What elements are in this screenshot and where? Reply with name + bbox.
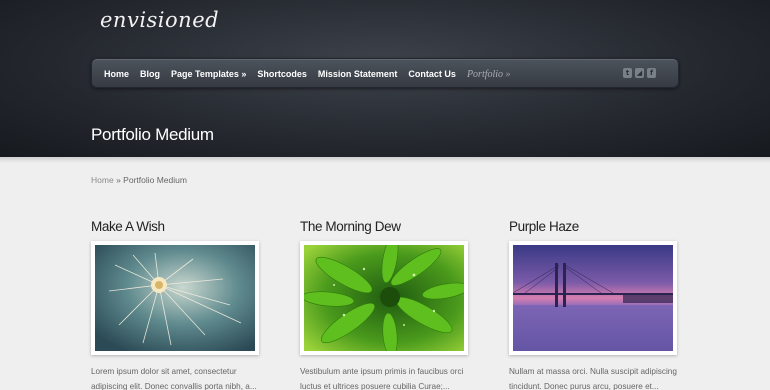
portfolio-item-title[interactable]: The Morning Dew [300, 219, 490, 234]
nav-item-blog[interactable]: Blog [140, 69, 160, 79]
main-navigation: Home Blog Page Templates » Shortcodes Mi… [91, 58, 679, 88]
nav-item-portfolio[interactable]: Portfolio » [467, 69, 511, 80]
site-logo[interactable]: envisioned [100, 8, 219, 32]
nav-item-contact-us[interactable]: Contact Us [408, 69, 456, 79]
nav-item-home[interactable]: Home [104, 69, 129, 79]
social-links: t ◢ f [623, 68, 656, 78]
portfolio-item: Purple Haze Nullam at massa orci. Nulla … [509, 219, 699, 390]
rss-icon[interactable]: ◢ [635, 68, 644, 78]
dandelion-image [95, 245, 255, 351]
twitter-icon[interactable]: t [623, 68, 632, 78]
breadcrumb-current: Portfolio Medium [123, 175, 187, 185]
nav-item-page-templates[interactable]: Page Templates » [171, 69, 246, 79]
portfolio-item-excerpt: Lorem ipsum dolor sit amet, consectetur … [91, 367, 257, 390]
header: envisioned Home Blog Page Templates » Sh… [0, 0, 770, 163]
breadcrumb-separator: » [116, 175, 121, 185]
breadcrumb-home-link[interactable]: Home [91, 175, 114, 185]
portfolio-item-title[interactable]: Purple Haze [509, 219, 699, 234]
bridge-image [513, 245, 673, 351]
portfolio-item: The Morning Dew Vestibulum ante ipsum pr… [300, 219, 490, 390]
leaf-image [304, 245, 464, 351]
breadcrumb: Home » Portfolio Medium [91, 175, 187, 185]
portfolio-item-excerpt: Vestibulum ante ipsum primis in faucibus… [300, 367, 464, 390]
portfolio-thumbnail[interactable] [91, 241, 259, 355]
nav-item-shortcodes[interactable]: Shortcodes [257, 69, 307, 79]
page-title: Portfolio Medium [91, 125, 214, 144]
facebook-icon[interactable]: f [647, 68, 656, 78]
portfolio-item-title[interactable]: Make A Wish [91, 219, 281, 234]
nav-item-mission-statement[interactable]: Mission Statement [318, 69, 398, 79]
portfolio-thumbnail[interactable] [509, 241, 677, 355]
portfolio-item-excerpt: Nullam at massa orci. Nulla suscipit adi… [509, 367, 677, 390]
portfolio-item: Make A Wish Lorem ipsum dolor sit amet, … [91, 219, 281, 390]
portfolio-thumbnail[interactable] [300, 241, 468, 355]
